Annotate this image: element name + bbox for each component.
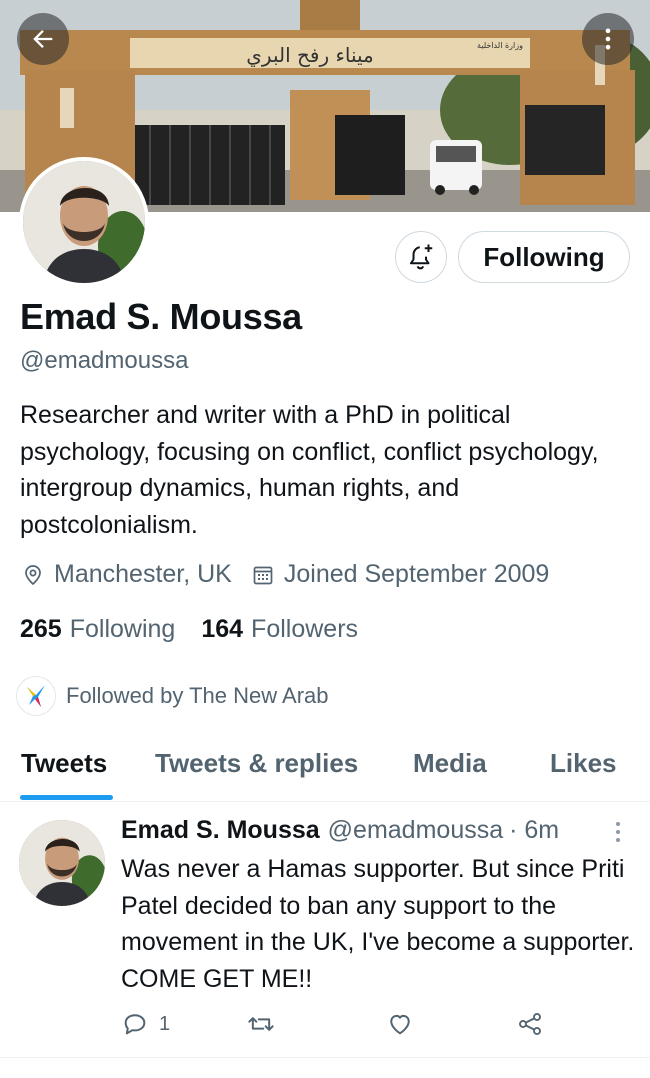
notifications-button[interactable] (395, 231, 447, 283)
vertical-dots-icon (605, 28, 611, 50)
tweet-time[interactable]: · 6m (509, 816, 559, 845)
calendar-icon (250, 562, 276, 588)
avatar-photo (23, 161, 145, 283)
banner-sign-main: ميناء رفح البري (246, 43, 374, 68)
the-new-arab-logo (16, 676, 56, 716)
reply-icon (124, 1014, 146, 1035)
reply-count: 1 (159, 1012, 171, 1035)
following-count-link[interactable]: 265 Following (20, 615, 175, 644)
following-label: Following (69, 615, 176, 643)
tweet-author-handle[interactable]: @emadmoussa (328, 816, 503, 845)
reply-button[interactable]: 1 (121, 1010, 170, 1038)
tab-media[interactable]: Media (413, 748, 487, 779)
profile-tabs: Tweets Tweets & replies Media Likes (0, 740, 650, 802)
tweet-author-avatar[interactable] (19, 820, 105, 906)
share-button[interactable] (516, 1010, 544, 1038)
bell-plus-icon (410, 244, 433, 270)
retweet-icon (248, 1017, 274, 1031)
heart-icon (390, 1014, 410, 1035)
tweet-header: Emad S. Moussa @emadmoussa · 6m (121, 816, 559, 845)
avatar-photo (19, 820, 105, 906)
more-options-button[interactable] (582, 13, 634, 65)
profile-avatar[interactable] (19, 157, 149, 287)
profile-bio: Researcher and writer with a PhD in poli… (20, 401, 599, 539)
profile-location: Manchester, UK (54, 560, 232, 588)
tab-likes[interactable]: Likes (550, 748, 617, 779)
back-button[interactable] (17, 13, 69, 65)
tweet[interactable]: Emad S. Moussa @emadmoussa · 6m Was neve… (0, 803, 650, 1058)
followed-by-text: Followed by The New Arab (66, 683, 329, 708)
profile-meta: Manchester, UK Joined September 2009 (20, 560, 549, 589)
tweet-text: Was never a Hamas supporter. But since P… (121, 855, 635, 993)
tweet-author-name[interactable]: Emad S. Moussa (121, 816, 320, 845)
share-icon (519, 1013, 541, 1035)
tab-tweets[interactable]: Tweets (21, 748, 107, 779)
location-icon (20, 562, 46, 588)
tweet-actions: 1 (121, 1010, 551, 1044)
arrow-left-icon (33, 30, 53, 48)
vertical-dots-icon (616, 822, 620, 842)
tweet-more-button[interactable] (608, 820, 628, 851)
followers-count: 164 (201, 615, 244, 643)
profile-name: Emad S. Moussa (20, 296, 302, 337)
profile-joined: Joined September 2009 (283, 560, 550, 588)
followed-by-link[interactable]: Followed by The New Arab (16, 676, 329, 716)
followers-count-link[interactable]: 164 Followers (201, 615, 358, 644)
follow-counts: 265 Following 164 Followers (20, 615, 384, 644)
following-count: 265 (20, 615, 62, 643)
followers-label: Followers (251, 615, 359, 643)
like-button[interactable] (386, 1010, 414, 1038)
retweet-button[interactable] (246, 1010, 276, 1038)
banner-sign-small: وزارة الداخلية (477, 41, 523, 50)
following-button[interactable]: Following (458, 231, 630, 283)
active-tab-indicator (20, 795, 113, 800)
profile-handle: @emadmoussa (20, 347, 189, 374)
tab-tweets-and-replies[interactable]: Tweets & replies (155, 748, 358, 779)
